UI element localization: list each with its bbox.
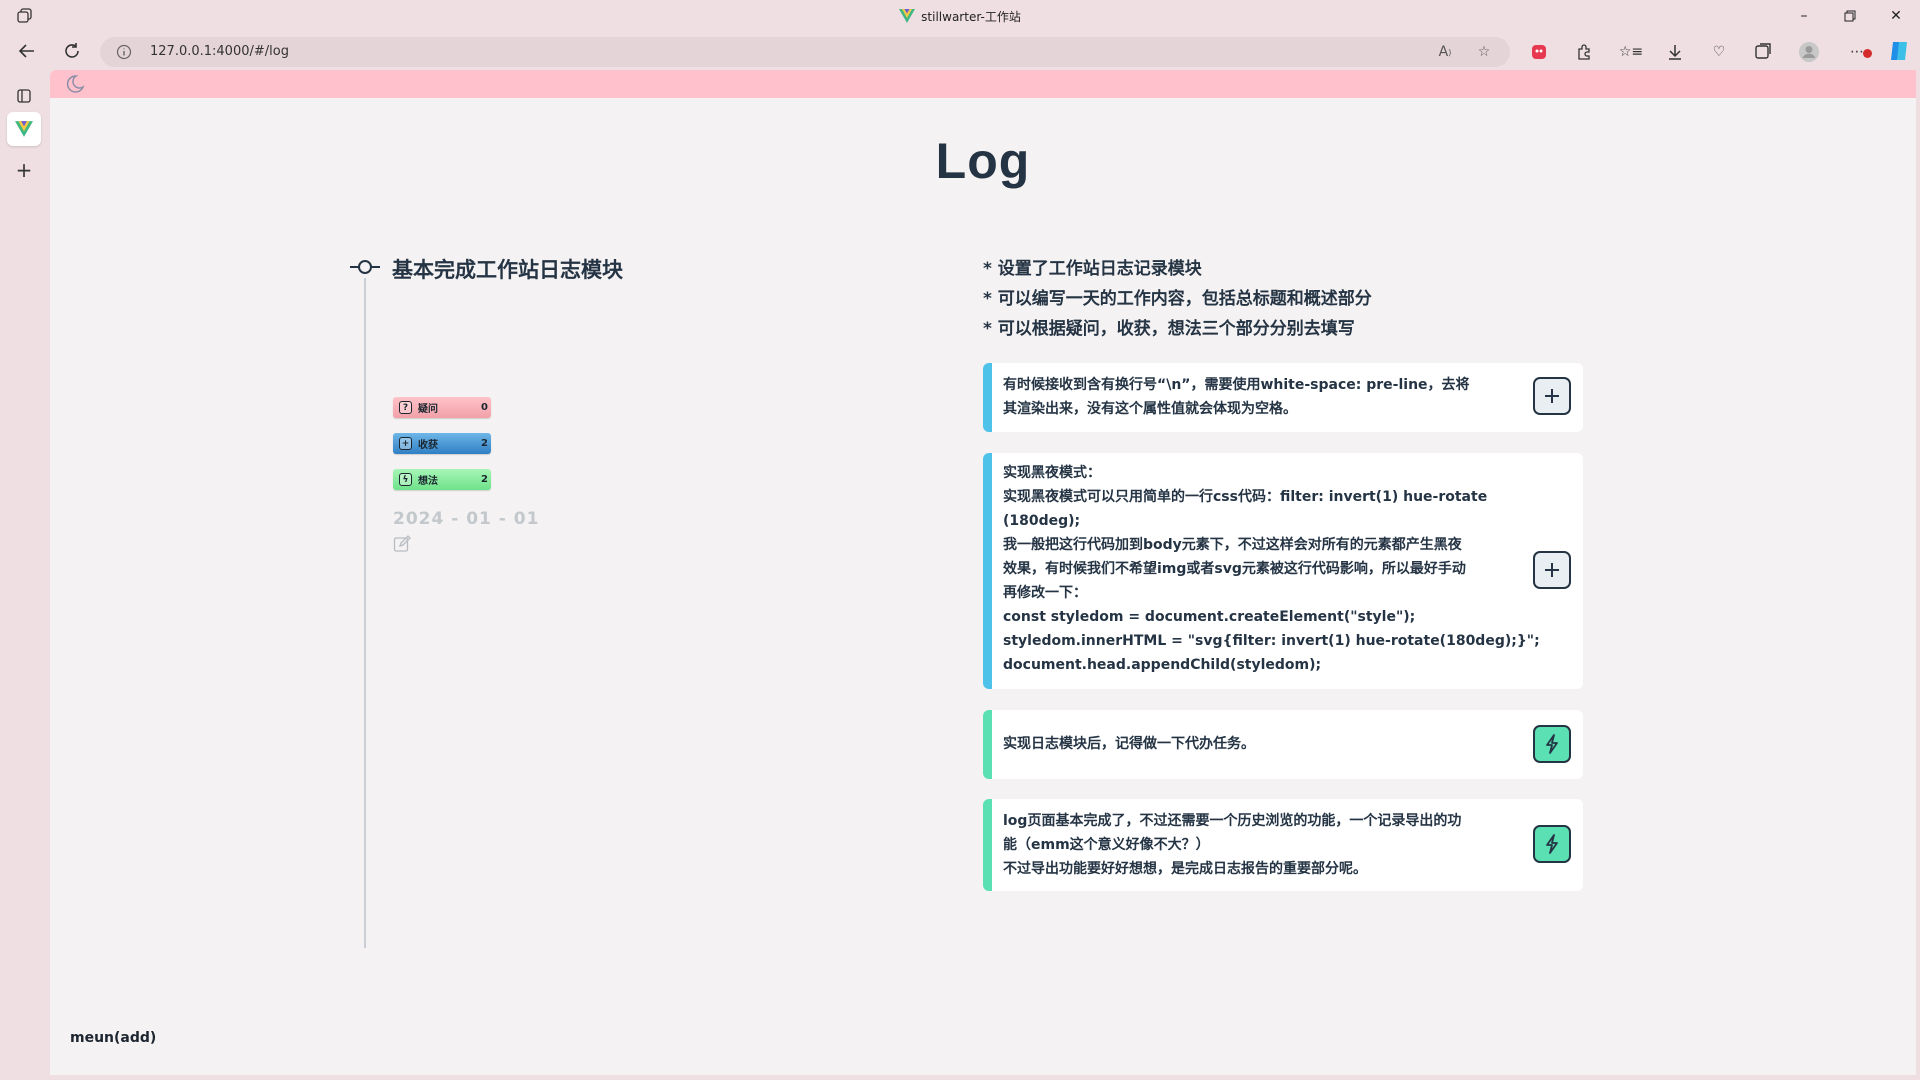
summary-line: * 可以编写一天的工作内容，包括总标题和概述部分 <box>983 289 1372 309</box>
timeline-line <box>364 278 366 948</box>
card-accent-bar <box>983 453 992 689</box>
url-text[interactable]: 127.0.0.1:4000/#/log <box>150 44 289 59</box>
card-line: 能（emm这个意义好像不大？） <box>1003 837 1210 853</box>
tag-gain[interactable]: + 收获 2 <box>393 433 491 454</box>
question-icon: ? <box>399 401 412 414</box>
card-line: styledom.innerHTML = "svg{filter: invert… <box>1003 633 1540 649</box>
log-card-gain: 有时候接收到含有换行号“\n”，需要使用white-space: pre-lin… <box>983 363 1583 432</box>
restore-button[interactable] <box>1840 6 1860 26</box>
extensions-puzzle-icon[interactable] <box>1573 41 1595 63</box>
card-line: document.head.appendChild(styledom); <box>1003 657 1322 673</box>
card-text: 有时候接收到含有换行号“\n”，需要使用white-space: pre-lin… <box>1003 373 1518 421</box>
gain-plus-button[interactable] <box>1533 377 1571 415</box>
card-line: 我一般把这行代码加到body元素下，不过这样会对所有的元素都产生黑夜 <box>1003 537 1462 553</box>
log-card-idea: 实现日志模块后，记得做一下代办任务。 <box>983 710 1583 779</box>
refresh-button[interactable] <box>61 40 83 62</box>
bolt-icon <box>1546 834 1558 854</box>
minimize-button[interactable]: – <box>1794 6 1814 26</box>
favorite-star-icon[interactable]: ☆ <box>1474 42 1494 62</box>
browser-essentials-icon[interactable]: ♡ <box>1708 41 1730 63</box>
gain-plus-button[interactable] <box>1533 551 1571 589</box>
idea-bolt-button[interactable] <box>1533 725 1571 763</box>
log-card-idea: log页面基本完成了，不过还需要一个历史浏览的功能，一个记录导出的功 能（emm… <box>983 799 1583 891</box>
tag-label: 想法 <box>418 476 438 487</box>
page-title: Log <box>935 133 1031 189</box>
entry-title: 基本完成工作站日志模块 <box>392 258 623 282</box>
card-line: 实现黑夜模式： <box>1003 465 1101 481</box>
downloads-icon[interactable] <box>1664 41 1686 63</box>
card-text: 实现日志模块后，记得做一下代办任务。 <box>1003 732 1518 756</box>
card-text: 实现黑夜模式： 实现黑夜模式可以只用简单的一行css代码：filter: inv… <box>1003 461 1540 677</box>
tag-count: 2 <box>481 438 488 449</box>
card-accent-bar <box>983 799 992 891</box>
card-text: log页面基本完成了，不过还需要一个历史浏览的功能，一个记录导出的功 能（emm… <box>1003 809 1518 881</box>
copilot-icon[interactable] <box>1886 38 1912 64</box>
tab-vue-app[interactable] <box>7 112 41 146</box>
summary-line: * 可以根据疑问，收获，想法三个部分分别去填写 <box>983 319 1355 339</box>
idea-bolt-button[interactable] <box>1533 825 1571 863</box>
more-menu-icon[interactable]: ⋯ <box>1846 41 1872 63</box>
card-line: log页面基本完成了，不过还需要一个历史浏览的功能，一个记录导出的功 <box>1003 813 1462 829</box>
card-line: 实现黑夜模式可以只用简单的一行css代码：filter: invert(1) h… <box>1003 489 1488 505</box>
tag-count: 2 <box>481 474 488 485</box>
dark-mode-moon-icon[interactable] <box>64 73 86 99</box>
card-line: 有时候接收到含有换行号“\n”，需要使用white-space: pre-lin… <box>1003 377 1470 393</box>
page-viewport: Log 基本完成工作站日志模块 ? 疑问 0 + 收获 2 ϟ 想法 2 202… <box>50 70 1916 1075</box>
new-tab-button[interactable]: + <box>12 158 36 182</box>
tag-count: 0 <box>481 402 488 413</box>
vertical-tab-strip: + <box>0 70 50 1080</box>
log-timeline: 基本完成工作站日志模块 ? 疑问 0 + 收获 2 ϟ 想法 2 2024 - … <box>350 256 850 1016</box>
window-title: stillwarter-工作站 <box>0 8 1920 26</box>
tag-label: 疑问 <box>418 404 438 415</box>
bolt-icon <box>1546 734 1558 754</box>
entry-summary: * 设置了工作站日志记录模块 * 可以编写一天的工作内容，包括总标题和概述部分 … <box>983 254 1372 344</box>
card-line: (180deg); <box>1003 513 1081 529</box>
card-line: 再修改一下： <box>1003 585 1087 601</box>
card-accent-bar <box>983 710 992 779</box>
back-button[interactable] <box>16 40 38 62</box>
card-line: 实现日志模块后，记得做一下代办任务。 <box>1003 736 1255 752</box>
window-titlebar: stillwarter-工作站 – ✕ <box>0 0 1920 32</box>
tag-question[interactable]: ? 疑问 0 <box>393 397 491 418</box>
entry-date: 2024 - 01 - 01 <box>393 509 540 529</box>
favorites-icon[interactable]: ☆≡ <box>1619 41 1643 63</box>
card-line: const styledom = document.createElement(… <box>1003 609 1416 625</box>
profile-avatar-icon[interactable] <box>1798 41 1820 63</box>
tag-label: 收获 <box>418 440 438 451</box>
close-window-button[interactable]: ✕ <box>1886 6 1906 26</box>
read-aloud-icon[interactable]: A) <box>1435 42 1455 62</box>
window-title-text: stillwarter-工作站 <box>921 10 1021 24</box>
app-topbar <box>50 70 1916 98</box>
plus-icon <box>1545 563 1559 577</box>
tag-idea[interactable]: ϟ 想法 2 <box>393 469 491 490</box>
address-bar[interactable]: 127.0.0.1:4000/#/log A) ☆ <box>100 37 1510 67</box>
card-accent-bar <box>983 363 992 432</box>
vue-logo-icon <box>899 9 916 26</box>
plus-icon <box>1545 389 1559 403</box>
plus-icon: + <box>399 437 412 450</box>
tab-actions-icon[interactable] <box>12 84 36 108</box>
edit-icon[interactable] <box>393 535 411 557</box>
card-line: 不过导出功能要好好想想，是完成日志报告的重要部分呢。 <box>1003 861 1367 877</box>
bolt-icon: ϟ <box>399 473 412 486</box>
extension-red-icon[interactable] <box>1528 41 1550 63</box>
menu-add-link[interactable]: meun(add) <box>70 1030 156 1046</box>
summary-line: * 设置了工作站日志记录模块 <box>983 259 1202 279</box>
card-line: 效果，有时候我们不希望img或者svg元素被这行代码影响，所以最好手动 <box>1003 561 1466 577</box>
log-card-gain: 实现黑夜模式： 实现黑夜模式可以只用简单的一行css代码：filter: inv… <box>983 453 1583 689</box>
collections-icon[interactable] <box>1752 41 1774 63</box>
card-line: 其渲染出来，没有这个属性值就会体现为空格。 <box>1003 401 1297 417</box>
site-info-icon[interactable] <box>116 44 132 64</box>
browser-toolbar: 127.0.0.1:4000/#/log A) ☆ ☆≡ ♡ ⋯ <box>0 32 1920 70</box>
